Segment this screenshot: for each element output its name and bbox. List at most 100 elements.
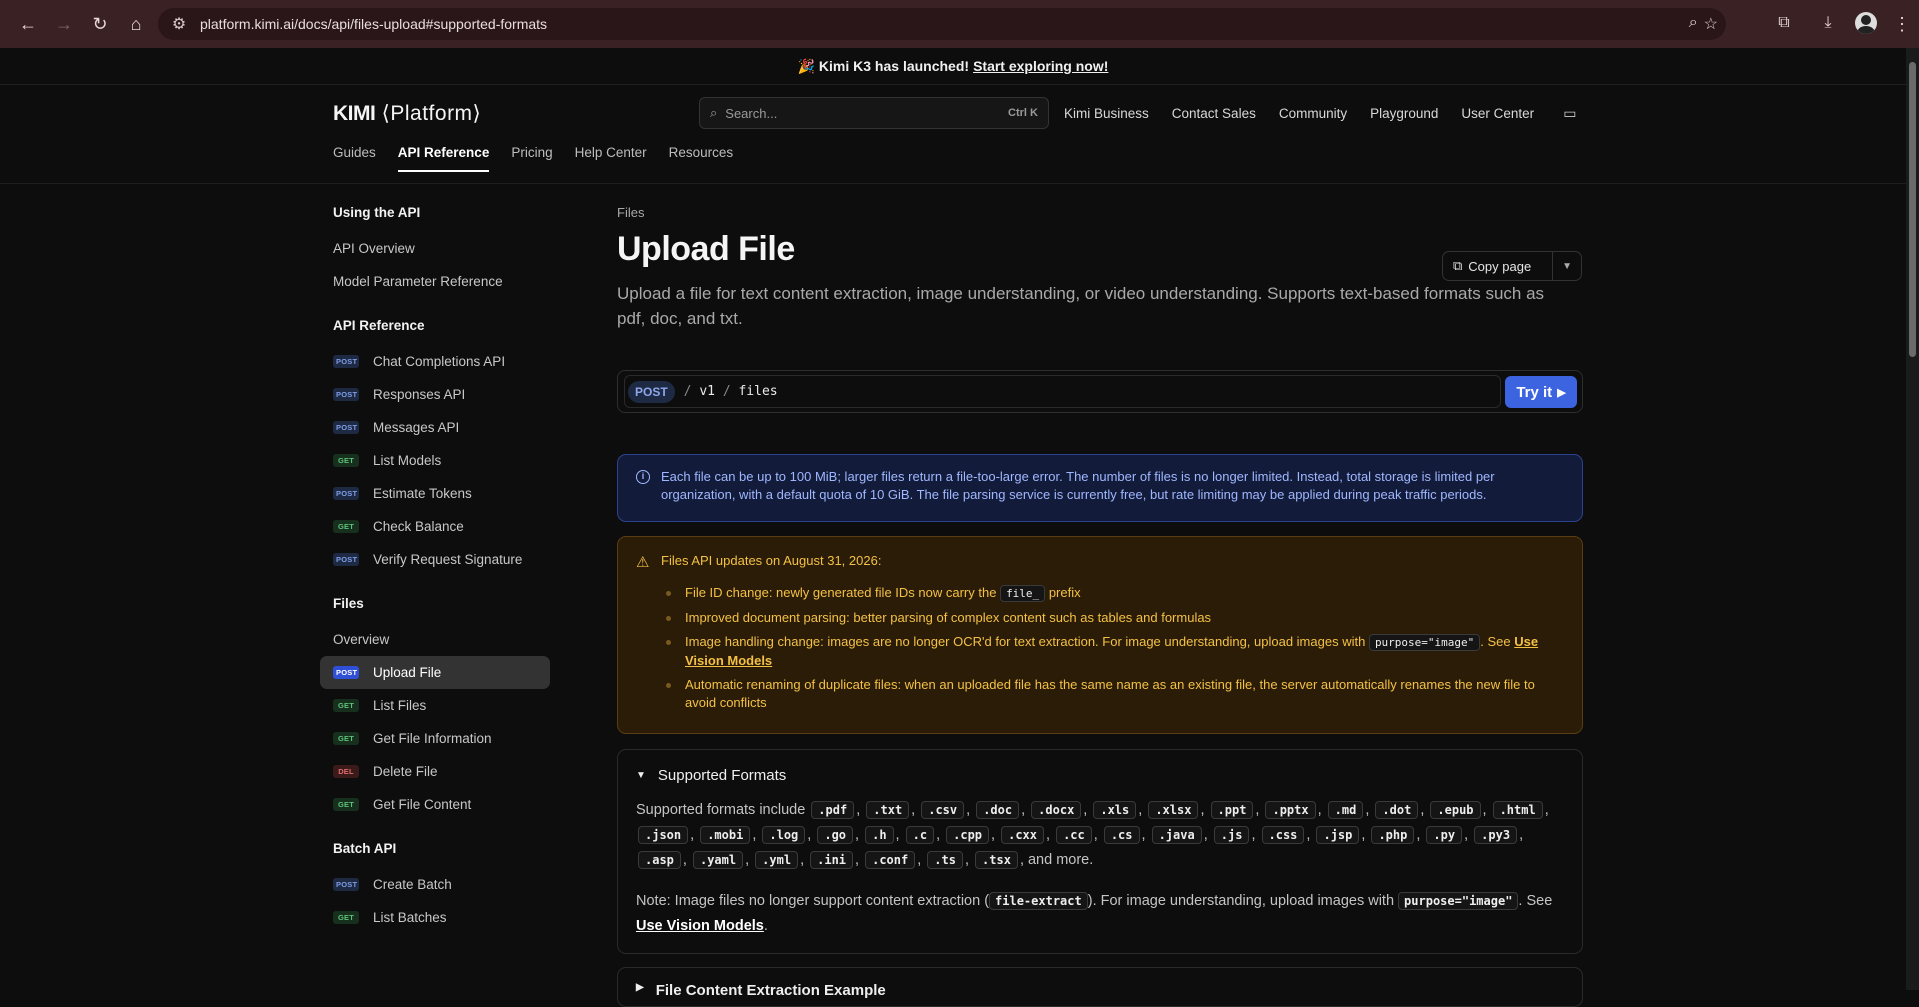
caret-right-icon: ▶ bbox=[636, 982, 644, 993]
link-user-center[interactable]: User Center bbox=[1461, 106, 1534, 121]
sidebar-item-list-batches[interactable]: GET List Batches bbox=[320, 901, 550, 934]
home-icon[interactable]: ⌂ bbox=[118, 6, 154, 42]
extensions-icon[interactable]: ⧉ bbox=[1767, 6, 1801, 40]
browser-menu-icon[interactable]: ⋮ bbox=[1893, 14, 1911, 35]
sidebar-item-list-models[interactable]: GET List Models bbox=[320, 444, 550, 477]
tab-pricing[interactable]: Pricing bbox=[511, 145, 552, 172]
tab-api-reference[interactable]: API Reference bbox=[397, 145, 490, 172]
sidebar-item-label: List Models bbox=[373, 453, 442, 468]
zoom-icon[interactable]: ⌕ bbox=[1689, 14, 1698, 34]
tab-guides[interactable]: Guides bbox=[333, 145, 376, 172]
download-icon[interactable]: ⤓ bbox=[1811, 6, 1845, 40]
inline-code: purpose="image" bbox=[1398, 892, 1519, 910]
sidebar-item-get-file-information[interactable]: GET Get File Information bbox=[320, 722, 550, 755]
site-info-icon[interactable]: ⚙ bbox=[164, 9, 194, 39]
sidebar-item-list-files[interactable]: GET List Files bbox=[320, 689, 550, 722]
breadcrumb[interactable]: Files bbox=[617, 205, 1583, 220]
method-badge: GET bbox=[333, 454, 359, 467]
address-bar[interactable]: ⚙ platform.kimi.ai/docs/api/files-upload… bbox=[158, 8, 1726, 40]
format-chip: .py3 bbox=[1474, 826, 1518, 844]
play-icon: ▶ bbox=[1557, 386, 1566, 399]
sidebar-item-check-balance[interactable]: GET Check Balance bbox=[320, 510, 550, 543]
banner-link[interactable]: Start exploring now! bbox=[973, 58, 1108, 74]
inline-code: purpose="image" bbox=[1368, 634, 1481, 651]
sidebar-item-label: Chat Completions API bbox=[373, 354, 506, 369]
page-title: Upload File bbox=[617, 230, 795, 268]
format-chip: .jsp bbox=[1316, 826, 1360, 844]
format-chip: .pptx bbox=[1265, 801, 1316, 819]
profile-avatar[interactable] bbox=[1855, 12, 1877, 34]
sidebar-item-label: Responses API bbox=[373, 387, 466, 402]
link-community[interactable]: Community bbox=[1279, 106, 1347, 121]
format-chip: .java bbox=[1151, 826, 1202, 844]
method-badge: POST bbox=[333, 487, 359, 500]
formats-lead: Supported formats include bbox=[636, 802, 806, 818]
sidebar-item-api-overview[interactable]: API Overview bbox=[320, 232, 550, 265]
extraction-example-section[interactable]: ▶ File Content Extraction Example bbox=[617, 967, 1583, 1007]
method-badge: POST bbox=[333, 878, 359, 891]
section-batch-api: Batch API bbox=[333, 841, 397, 856]
method-badge: GET bbox=[333, 520, 359, 533]
format-chip: .php bbox=[1371, 826, 1415, 844]
page-scrollbar[interactable] bbox=[1906, 48, 1919, 990]
link-playground[interactable]: Playground bbox=[1370, 106, 1438, 121]
sidebar-item-messages[interactable]: POST Messages API bbox=[320, 411, 550, 444]
path-resource: files bbox=[738, 384, 778, 399]
tab-resources[interactable]: Resources bbox=[669, 145, 734, 172]
warning-item-text: File ID change: newly generated file IDs… bbox=[685, 585, 997, 600]
use-vision-models-link[interactable]: Use Vision Models bbox=[636, 918, 764, 934]
sidebar-item-label: Model Parameter Reference bbox=[333, 274, 503, 289]
bookmark-star-icon[interactable]: ☆ bbox=[1704, 14, 1718, 34]
section-files: Files bbox=[333, 596, 364, 611]
section-using-api: Using the API bbox=[333, 205, 421, 220]
sidebar-item-model-parameter-reference[interactable]: Model Parameter Reference bbox=[320, 265, 550, 298]
forward-icon[interactable]: → bbox=[46, 6, 82, 42]
scrollbar-thumb[interactable] bbox=[1909, 62, 1916, 357]
format-chip: .doc bbox=[976, 801, 1020, 819]
logo-main-text: KIMI bbox=[333, 102, 376, 125]
link-kimi-business[interactable]: Kimi Business bbox=[1064, 106, 1149, 121]
reload-icon[interactable]: ↻ bbox=[82, 6, 118, 42]
method-badge: GET bbox=[333, 732, 359, 745]
warning-icon: ⚠ bbox=[636, 554, 650, 571]
sidebar-item-create-batch[interactable]: POST Create Batch bbox=[320, 868, 550, 901]
supported-formats-toggle[interactable]: ▼ Supported Formats bbox=[636, 767, 1564, 784]
back-icon[interactable]: ← bbox=[10, 6, 46, 42]
sidebar-item-label: Upload File bbox=[373, 665, 442, 680]
copy-page-label: Copy page bbox=[1468, 258, 1532, 274]
try-it-button[interactable]: Try it ▶ bbox=[1505, 376, 1577, 408]
sidebar-item-delete-file[interactable]: DEL Delete File bbox=[320, 755, 550, 788]
warning-item: Image handling change: images are no lon… bbox=[666, 633, 1564, 670]
supported-formats-section: ▼ Supported Formats Supported formats inc… bbox=[617, 749, 1583, 954]
search-placeholder: Search... bbox=[725, 105, 778, 121]
format-chip: .yaml bbox=[692, 851, 744, 869]
sidebar-item-label: List Batches bbox=[373, 910, 447, 925]
chevron-down-icon[interactable]: ▼ bbox=[1553, 261, 1581, 272]
sidebar-item-upload-file[interactable]: POST Upload File bbox=[320, 656, 550, 689]
url-text[interactable]: platform.kimi.ai/docs/api/files-upload#s… bbox=[200, 16, 547, 32]
logo-sub-text: ⟨Platform⟩ bbox=[381, 102, 482, 125]
sidebar-item-files-overview[interactable]: Overview bbox=[320, 623, 550, 656]
sidebar-item-label: API Overview bbox=[333, 241, 415, 256]
sidebar-item-get-file-content[interactable]: GET Get File Content bbox=[320, 788, 550, 821]
link-contact-sales[interactable]: Contact Sales bbox=[1172, 106, 1256, 121]
warning-item-text: Image handling change: images are no lon… bbox=[685, 634, 1366, 649]
search-box[interactable]: ⌕ Search... Ctrl K bbox=[699, 97, 1049, 129]
format-chip: .cxx bbox=[1001, 826, 1044, 844]
sidebar-item-verify-signature[interactable]: POST Verify Request Signature bbox=[320, 543, 550, 576]
endpoint-path[interactable]: / v1 / files bbox=[684, 384, 778, 399]
theme-monitor-icon[interactable]: ▭ bbox=[1563, 105, 1576, 122]
format-chip: .mobi bbox=[700, 826, 751, 844]
copy-page-button[interactable]: ⧉ Copy page ▼ bbox=[1442, 251, 1582, 281]
warning-item: Automatic renaming of duplicate files: w… bbox=[666, 676, 1564, 712]
page-description: Upload a file for text content extractio… bbox=[617, 284, 1545, 328]
sidebar-item-estimate-tokens[interactable]: POST Estimate Tokens bbox=[320, 477, 550, 510]
method-badge: POST bbox=[333, 666, 359, 679]
method-badge: POST bbox=[333, 553, 359, 566]
sidebar-item-label: Overview bbox=[333, 632, 390, 647]
sidebar-item-responses[interactable]: POST Responses API bbox=[320, 378, 550, 411]
warning-title: Files API updates on August 31, 2026: bbox=[661, 553, 882, 568]
sidebar-item-chat-completions[interactable]: POST Chat Completions API bbox=[320, 345, 550, 378]
tab-help-center[interactable]: Help Center bbox=[575, 145, 647, 172]
kimi-platform-logo[interactable]: KIMI ⟨Platform⟩ bbox=[333, 101, 481, 126]
